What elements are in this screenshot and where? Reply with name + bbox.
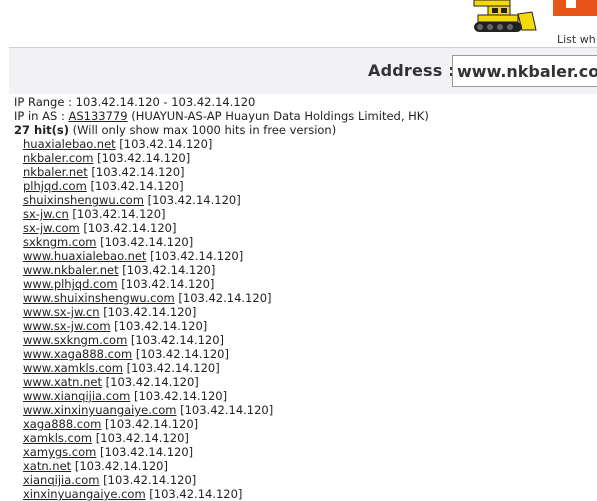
domain-ip: [103.42.14.120] — [118, 263, 216, 277]
domain-link[interactable]: huaxialebao.net — [23, 137, 116, 151]
domain-ip: [103.42.14.120] — [71, 459, 168, 473]
domain-row: www.sx-jw.com [103.42.14.120] — [23, 319, 273, 333]
domain-row: xamygs.com [103.42.14.120] — [23, 445, 273, 459]
domain-ip: [103.42.14.120] — [99, 473, 197, 487]
domain-row: shuixinshengwu.com [103.42.14.120] — [23, 193, 273, 207]
ip-range-value: 103.42.14.120 - 103.42.14.120 — [75, 95, 256, 109]
as-line: IP in AS : AS133779 (HUAYUN-AS-AP Huayun… — [14, 109, 429, 123]
domain-ip: [103.42.14.120] — [174, 291, 272, 305]
domain-row: sxkngm.com [103.42.14.120] — [23, 235, 273, 249]
hits-count: 27 hit(s) — [14, 123, 69, 137]
domain-ip: [103.42.14.120] — [102, 375, 199, 389]
domain-ip: [103.42.14.120] — [99, 305, 197, 319]
domain-row: www.xatn.net [103.42.14.120] — [23, 375, 273, 389]
domain-row: nkbaler.com [103.42.14.120] — [23, 151, 273, 165]
domain-ip: [103.42.14.120] — [143, 193, 241, 207]
domain-row: nkbaler.net [103.42.14.120] — [23, 165, 273, 179]
domain-row: www.plhjqd.com [103.42.14.120] — [23, 277, 273, 291]
domain-ip: [103.42.14.120] — [93, 151, 191, 165]
domain-row: plhjqd.com [103.42.14.120] — [23, 179, 273, 193]
ip-range-label: IP Range : — [14, 95, 76, 109]
hits-note: (Will only show max 1000 hits in free ve… — [69, 123, 337, 137]
domain-row: www.sxkngm.com [103.42.14.120] — [23, 333, 273, 347]
domain-ip: [103.42.14.120] — [130, 389, 228, 403]
domain-row: www.xamkls.com [103.42.14.120] — [23, 361, 273, 375]
domain-link[interactable]: www.sxkngm.com — [23, 333, 127, 347]
domain-ip: [103.42.14.120] — [127, 333, 225, 347]
domain-ip: [103.42.14.120] — [92, 431, 189, 445]
domain-link[interactable]: www.xianqijia.com — [23, 389, 130, 403]
domain-ip: [103.42.14.120] — [122, 361, 220, 375]
domain-link[interactable]: www.plhjqd.com — [23, 277, 118, 291]
domain-link[interactable]: plhjqd.com — [23, 179, 87, 193]
domain-row: xamkls.com [103.42.14.120] — [23, 431, 273, 445]
brand-logo-cutout — [566, 0, 576, 8]
domain-row: sx-jw.com [103.42.14.120] — [23, 221, 273, 235]
address-input[interactable] — [452, 55, 597, 87]
domain-row: www.huaxialebao.net [103.42.14.120] — [23, 249, 273, 263]
domain-row: www.xianqijia.com [103.42.14.120] — [23, 389, 273, 403]
domain-ip: [103.42.14.120] — [115, 137, 213, 151]
domain-row: xinxinyuangaiye.com [103.42.14.120] — [23, 487, 273, 501]
domain-row: xaga888.com [103.42.14.120] — [23, 417, 273, 431]
domain-ip: [103.42.14.120] — [176, 403, 274, 417]
domain-link[interactable]: sx-jw.cn — [23, 207, 69, 221]
domain-row: www.sx-jw.cn [103.42.14.120] — [23, 305, 273, 319]
domain-link[interactable]: www.huaxialebao.net — [23, 249, 146, 263]
domain-ip: [103.42.14.120] — [96, 235, 194, 249]
domain-link[interactable]: sx-jw.com — [23, 221, 80, 235]
domain-link[interactable]: shuixinshengwu.com — [23, 193, 144, 207]
domain-row: www.xaga888.com [103.42.14.120] — [23, 347, 273, 361]
address-label: Address : — [368, 61, 455, 80]
domain-ip: [103.42.14.120] — [145, 487, 243, 501]
result-info: IP Range : 103.42.14.120 - 103.42.14.120… — [14, 95, 429, 137]
domain-link[interactable]: xinxinyuangaiye.com — [23, 487, 146, 501]
domain-list: huaxialebao.net [103.42.14.120] nkbaler.c… — [23, 137, 273, 501]
domain-link[interactable]: xamkls.com — [23, 431, 92, 445]
domain-row: www.xinxinyuangaiye.com [103.42.14.120] — [23, 403, 273, 417]
domain-link[interactable]: xaga888.com — [23, 417, 101, 431]
domain-row: www.nkbaler.net [103.42.14.120] — [23, 263, 273, 277]
domain-row: huaxialebao.net [103.42.14.120] — [23, 137, 273, 151]
domain-link[interactable]: sxkngm.com — [23, 235, 96, 249]
as-label: IP in AS : — [14, 109, 69, 123]
as-description: (HUAYUN-AS-AP Huayun Data Holdings Limit… — [127, 109, 429, 123]
domain-row: sx-jw.cn [103.42.14.120] — [23, 207, 273, 221]
domain-link[interactable]: www.xatn.net — [23, 375, 102, 389]
domain-link[interactable]: www.shuixinshengwu.com — [23, 291, 175, 305]
domain-link[interactable]: www.sx-jw.cn — [23, 305, 100, 319]
domain-link[interactable]: xamygs.com — [23, 445, 96, 459]
domain-ip: [103.42.14.120] — [87, 165, 185, 179]
domain-link[interactable]: nkbaler.com — [23, 151, 93, 165]
domain-ip: [103.42.14.120] — [146, 249, 244, 263]
bulldozer-logo-icon — [473, 0, 537, 32]
domain-ip: [103.42.14.120] — [117, 277, 215, 291]
ip-range-line: IP Range : 103.42.14.120 - 103.42.14.120 — [14, 95, 429, 109]
domain-row: www.shuixinshengwu.com [103.42.14.120] — [23, 291, 273, 305]
domain-ip: [103.42.14.120] — [79, 221, 177, 235]
domain-link[interactable]: xianqijia.com — [23, 473, 100, 487]
domain-link[interactable]: www.nkbaler.net — [23, 263, 119, 277]
list-link[interactable]: List wh — [557, 33, 596, 46]
domain-ip: [103.42.14.120] — [96, 445, 194, 459]
domain-ip: [103.42.14.120] — [132, 347, 229, 361]
domain-link[interactable]: www.xinxinyuangaiye.com — [23, 403, 176, 417]
domain-link[interactable]: www.sx-jw.com — [23, 319, 111, 333]
as-number-link[interactable]: AS133779 — [68, 109, 127, 123]
domain-link[interactable]: xatn.net — [23, 459, 71, 473]
domain-row: xianqijia.com [103.42.14.120] — [23, 473, 273, 487]
domain-link[interactable]: www.xamkls.com — [23, 361, 123, 375]
domain-ip: [103.42.14.120] — [110, 319, 208, 333]
domain-ip: [103.42.14.120] — [101, 417, 199, 431]
domain-link[interactable]: nkbaler.net — [23, 165, 88, 179]
domain-link[interactable]: www.xaga888.com — [23, 347, 132, 361]
domain-row: xatn.net [103.42.14.120] — [23, 459, 273, 473]
hits-line: 27 hit(s) (Will only show max 1000 hits … — [14, 123, 429, 137]
domain-ip: [103.42.14.120] — [86, 179, 184, 193]
domain-ip: [103.42.14.120] — [68, 207, 166, 221]
